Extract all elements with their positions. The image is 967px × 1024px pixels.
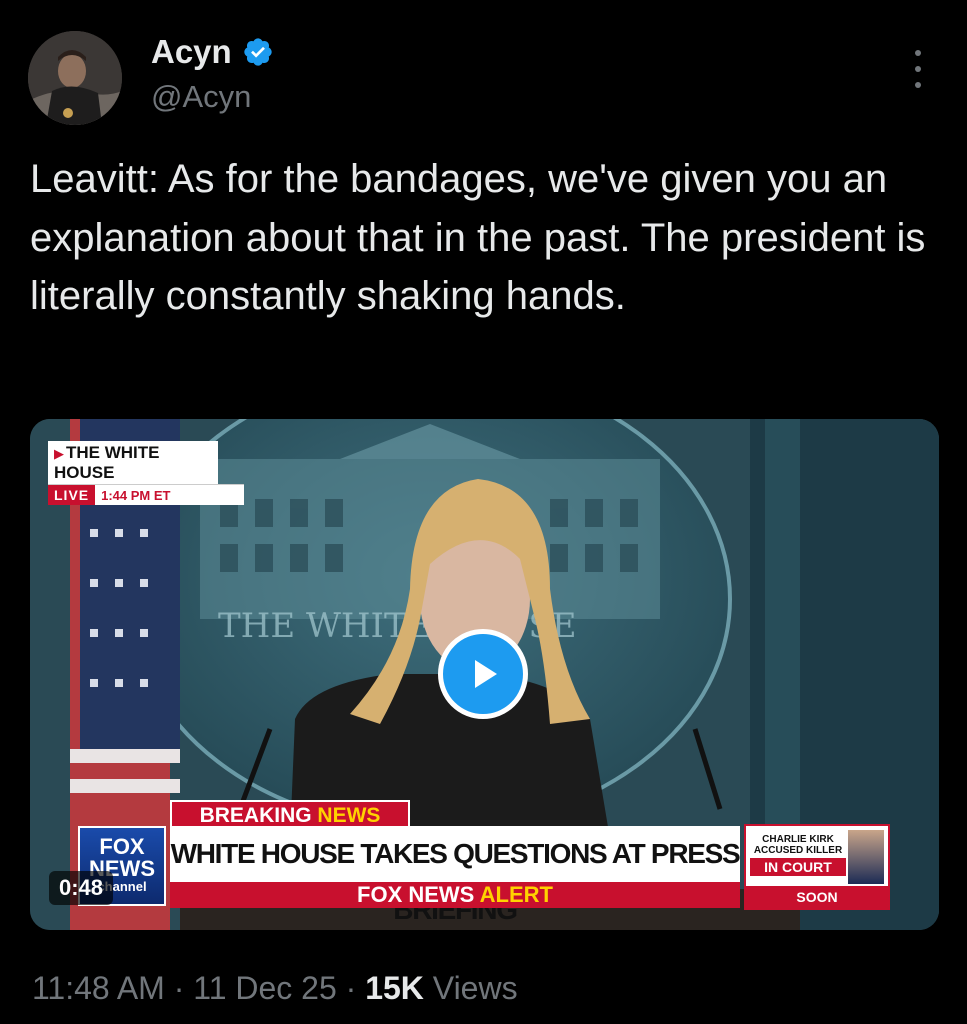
avatar-image [28, 31, 122, 125]
promo-box: CHARLIE KIRK ACCUSED KILLER IN COURT SOO… [744, 824, 890, 910]
live-label: LIVE [48, 485, 96, 505]
breaking-text: BREAKING [199, 804, 312, 827]
views-count[interactable]: 15K [365, 970, 424, 1006]
location-text: THE WHITE HOUSE [54, 443, 160, 482]
news-text: NEWS [317, 804, 381, 827]
separator: · [345, 970, 357, 1006]
promo-top: CHARLIE KIRK ACCUSED KILLER [753, 834, 843, 856]
more-options-icon[interactable] [903, 50, 933, 88]
play-icon [475, 660, 497, 688]
separator: · [173, 970, 185, 1006]
more-dot [915, 66, 921, 72]
alert-word: ALERT [479, 882, 553, 907]
tweet-date[interactable]: 11 Dec 25 [193, 970, 337, 1006]
author-name-row[interactable]: Acyn [151, 32, 274, 72]
live-time: 1:44 PM ET [101, 487, 171, 503]
play-button[interactable] [438, 629, 528, 719]
play-arrow-icon: ▶ [54, 446, 64, 461]
logo-line-1: FOX [99, 834, 145, 859]
alert-bar: FOX NEWS ALERT [170, 882, 740, 908]
tweet-time[interactable]: 11:48 AM [32, 970, 165, 1006]
tweet-text: Leavitt: As for the bandages, we've give… [30, 157, 937, 318]
video-duration: 0:48 [49, 871, 114, 905]
promo-photo [848, 830, 884, 884]
tweet-metadata: 11:48 AM · 11 Dec 25 · 15K Views [32, 968, 518, 1008]
live-bug: ▶ THE WHITE HOUSE LIVE 1:44 PM ET [48, 441, 244, 505]
author-display-name[interactable]: Acyn [151, 32, 232, 72]
promo-middle: IN COURT [750, 858, 846, 876]
views-label[interactable]: Views [433, 970, 518, 1006]
location-label: ▶ THE WHITE HOUSE [48, 441, 218, 484]
promo-bottom: SOON [746, 886, 888, 908]
alert-brand: FOX NEWS [357, 882, 475, 907]
verified-badge-icon [244, 38, 272, 66]
avatar[interactable] [28, 31, 122, 125]
breaking-news-label: BREAKING NEWS [170, 800, 410, 828]
more-dot [915, 50, 921, 56]
author-handle[interactable]: @Acyn [151, 77, 251, 117]
chyron-headline: WHITE HOUSE TAKES QUESTIONS AT PRESS BRI… [170, 826, 741, 925]
live-indicator: LIVE 1:44 PM ET [48, 484, 244, 505]
more-dot [915, 82, 921, 88]
